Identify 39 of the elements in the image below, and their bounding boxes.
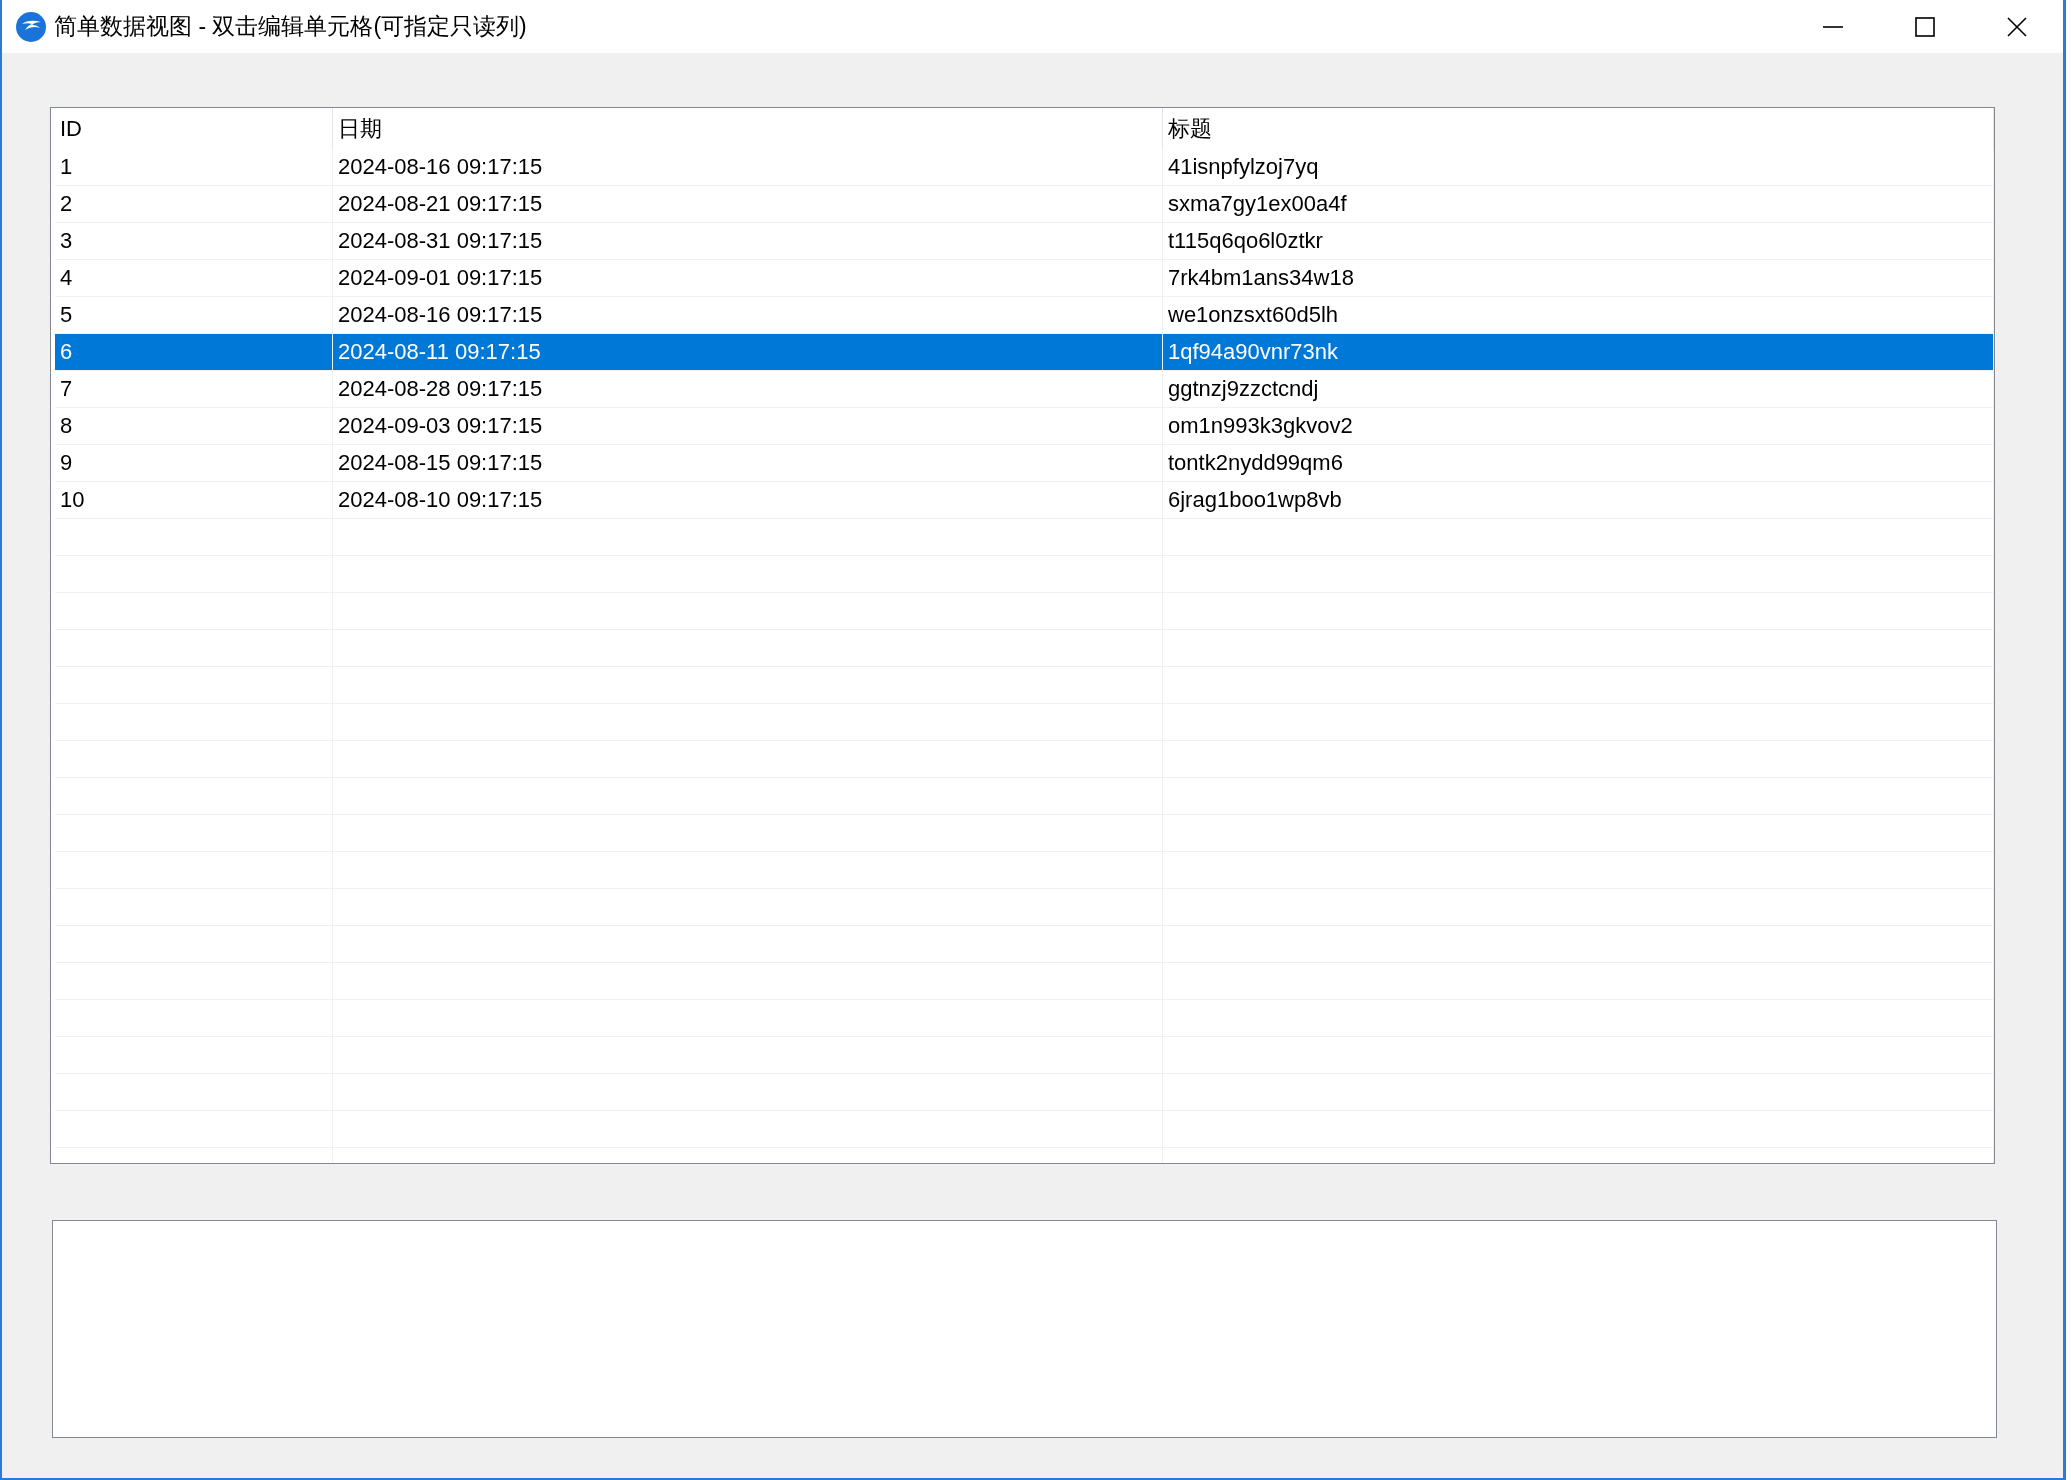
table-cell: 3	[55, 223, 333, 259]
app-logo-icon	[16, 11, 46, 42]
table-cell: 5	[55, 297, 333, 333]
close-icon	[2006, 15, 2028, 38]
table-cell: 4	[55, 260, 333, 296]
column-header[interactable]: ID	[55, 108, 333, 149]
table-cell: 7rk4bm1ans34w18	[1163, 260, 1994, 296]
table-cell: 2	[55, 186, 333, 222]
window-title: 简单数据视图 - 双击编辑单元格(可指定只读列)	[54, 12, 528, 41]
table-cell: 2024-08-16 09:17:15	[333, 149, 1163, 185]
table-cell: om1n993k3gkvov2	[1163, 408, 1994, 444]
table-cell: we1onzsxt60d5lh	[1163, 297, 1994, 333]
selected-row[interactable]: 6 2024-08-11 09:17:15 1qf94a90vnr73nk	[55, 334, 1994, 371]
table-cell: 7	[55, 371, 333, 407]
table-cell: 6	[55, 334, 333, 370]
table-cell: 8	[55, 408, 333, 444]
table-cell: 6jrag1boo1wp8vb	[1163, 482, 1994, 518]
table-cell: 1qf94a90vnr73nk	[1163, 334, 1994, 370]
table-cell: 2024-08-11 09:17:15	[333, 334, 1163, 370]
table-cell: 2024-08-31 09:17:15	[333, 223, 1163, 259]
table-cell: 2024-08-28 09:17:15	[333, 371, 1163, 407]
table-cell: 10	[55, 482, 333, 518]
table-cell: 2024-08-10 09:17:15	[333, 482, 1163, 518]
table-cell: ggtnzj9zzctcndj	[1163, 371, 1994, 407]
table-cell: 2024-09-01 09:17:15	[333, 260, 1163, 296]
table-cell: sxma7gy1ex00a4f	[1163, 186, 1994, 222]
maximize-icon	[1914, 15, 1936, 38]
column-header[interactable]: 日期	[333, 108, 1163, 149]
column-header[interactable]: 标题	[1163, 108, 1994, 149]
minimize-icon	[1823, 25, 1843, 28]
table-cell: 2024-08-15 09:17:15	[333, 445, 1163, 481]
table-cell: tontk2nydd99qm6	[1163, 445, 1994, 481]
table-cell: t115q6qo6l0ztkr	[1163, 223, 1994, 259]
table-cell: 2024-08-21 09:17:15	[333, 186, 1163, 222]
table-cell: 41isnpfylzoj7yq	[1163, 149, 1994, 185]
table-cell: 1	[55, 149, 333, 185]
table-cell: 9	[55, 445, 333, 481]
table-cell: 2024-09-03 09:17:15	[333, 408, 1163, 444]
table-cell: 2024-08-16 09:17:15	[333, 297, 1163, 333]
